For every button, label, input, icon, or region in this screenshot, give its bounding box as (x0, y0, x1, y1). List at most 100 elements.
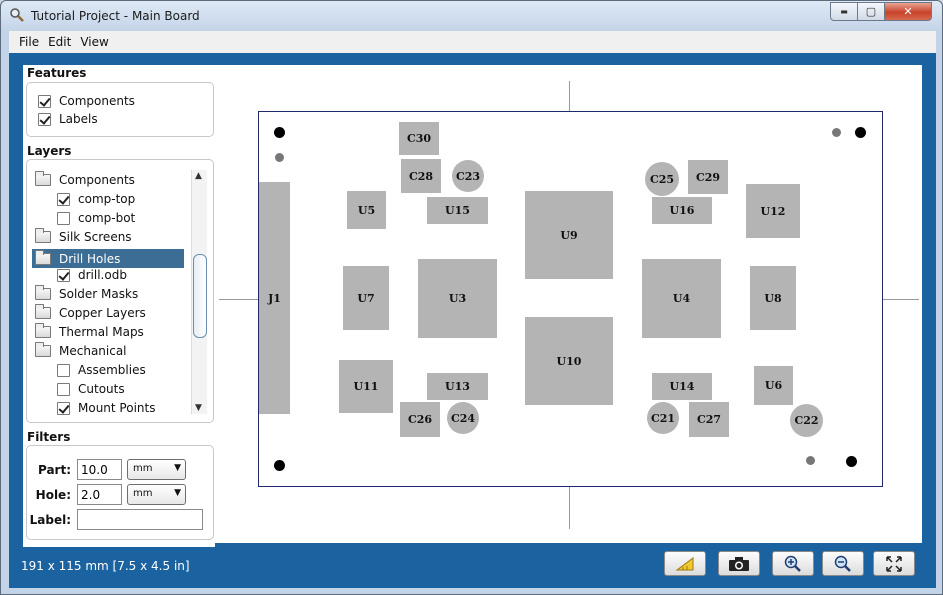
feature-components[interactable]: Components (38, 94, 135, 108)
scroll-down-icon[interactable]: ▼ (195, 403, 202, 413)
component-u13[interactable]: U13 (427, 373, 488, 400)
menu-edit[interactable]: Edit (48, 35, 71, 49)
zoom-in-button[interactable] (772, 551, 814, 576)
part-input[interactable] (77, 459, 122, 480)
labels-checkbox[interactable] (38, 112, 51, 126)
component-u9[interactable]: U9 (525, 191, 613, 279)
menu-file[interactable]: File (19, 35, 39, 49)
component-c24[interactable]: C24 (447, 402, 479, 434)
component-u12[interactable]: U12 (746, 184, 800, 238)
screenshot-button[interactable] (718, 551, 760, 576)
layer-checkbox[interactable] (57, 363, 70, 377)
feature-components-label: Components (59, 94, 135, 108)
component-c25[interactable]: C25 (645, 162, 679, 196)
component-c22[interactable]: C22 (790, 404, 823, 437)
component-u11[interactable]: U11 (339, 360, 393, 413)
features-box: Components Labels (26, 82, 214, 137)
menu-view[interactable]: View (80, 35, 108, 49)
component-c29[interactable]: C29 (688, 160, 728, 194)
part-unit-value: mm (133, 463, 153, 474)
component-c23[interactable]: C23 (452, 160, 484, 192)
label-input[interactable] (77, 509, 203, 530)
layer-label: Drill Holes (59, 251, 121, 266)
minimize-button[interactable]: ▬ (830, 2, 858, 21)
zoom-out-button[interactable] (822, 551, 864, 576)
component-c26[interactable]: C26 (400, 402, 440, 437)
layer-checkbox[interactable] (57, 211, 70, 225)
drill-hole (846, 456, 857, 467)
folder-icon (35, 323, 51, 338)
component-u5[interactable]: U5 (347, 191, 386, 229)
component-c27[interactable]: C27 (689, 402, 729, 437)
status-dimensions: 191 x 115 mm [7.5 x 4.5 in] (21, 559, 190, 573)
layer-checkbox[interactable] (57, 268, 70, 282)
component-c30[interactable]: C30 (399, 122, 439, 155)
title-bar[interactable]: Tutorial Project - Main Board ▬ ▢ ✕ (1, 1, 942, 31)
component-u8[interactable]: U8 (750, 266, 796, 330)
hole-input[interactable] (77, 484, 122, 505)
layer-item-components[interactable]: Components (35, 171, 135, 187)
camera-icon (729, 556, 749, 571)
layer-checkbox[interactable] (57, 401, 70, 415)
layer-label: Mechanical (59, 344, 127, 358)
layer-label: Mount Points (78, 401, 156, 415)
fit-to-window-button[interactable] (873, 551, 915, 576)
layer-item-mount-points[interactable]: Mount Points (57, 401, 155, 415)
magnifier-app-icon (10, 8, 24, 22)
part-unit-select[interactable]: mm (127, 459, 186, 480)
close-button[interactable]: ✕ (884, 2, 932, 21)
label-filter-label: Label: (29, 513, 71, 527)
component-c28[interactable]: C28 (401, 159, 441, 193)
part-label: Part: (37, 463, 71, 477)
close-icon: ✕ (903, 5, 913, 18)
layer-label: Copper Layers (59, 306, 146, 320)
drill-hole (806, 456, 815, 465)
minimize-icon: ▬ (840, 7, 848, 16)
features-title: Features (27, 66, 87, 80)
hole-unit-select[interactable]: mm (127, 484, 186, 505)
layer-item-comp-bot[interactable]: comp-bot (57, 211, 135, 225)
component-u15[interactable]: U15 (427, 197, 488, 224)
ruler-icon (675, 556, 694, 570)
component-u6[interactable]: U6 (754, 366, 793, 405)
zoom-in-icon (784, 555, 801, 572)
layer-checkbox[interactable] (57, 382, 70, 396)
component-u3[interactable]: U3 (418, 259, 497, 338)
component-j1[interactable]: J1 (259, 182, 290, 414)
scroll-thumb[interactable] (193, 254, 207, 338)
layer-item-solder-masks[interactable]: Solder Masks (35, 285, 138, 301)
folder-icon (35, 304, 51, 319)
layer-label: Assemblies (78, 363, 146, 377)
layer-item-assemblies[interactable]: Assemblies (57, 363, 146, 377)
layer-item-comp-top[interactable]: comp-top (57, 192, 135, 206)
drill-hole (275, 153, 284, 162)
board-canvas[interactable]: C30 C28 C23 U5 U15 U9 C25 C29 U16 U12 J1 U7 U3 U4 U8 U1… (215, 65, 922, 543)
component-u7[interactable]: U7 (343, 266, 389, 330)
components-checkbox[interactable] (38, 94, 51, 108)
folder-icon (35, 342, 51, 357)
maximize-button[interactable]: ▢ (857, 2, 885, 21)
component-u10[interactable]: U10 (525, 317, 613, 405)
filters-box: Part: mm Hole: mm Label: (26, 445, 214, 540)
folder-icon (35, 285, 51, 300)
layer-item-drill-holes[interactable]: Drill Holes (32, 249, 184, 268)
measure-button[interactable] (664, 551, 706, 576)
layer-item-mechanical[interactable]: Mechanical (35, 342, 127, 358)
component-u4[interactable]: U4 (642, 259, 721, 338)
component-c21[interactable]: C21 (647, 402, 679, 434)
layer-item-silk-screens[interactable]: Silk Screens (35, 228, 132, 244)
scroll-up-icon[interactable]: ▲ (195, 171, 202, 181)
pcb-board[interactable]: C30 C28 C23 U5 U15 U9 C25 C29 U16 U12 J1 U7 U3 U4 U8 U1… (258, 111, 883, 487)
app-window: Tutorial Project - Main Board ▬ ▢ ✕ File… (0, 0, 943, 595)
feature-labels[interactable]: Labels (38, 112, 98, 126)
layer-item-drill-odb[interactable]: drill.odb (57, 268, 127, 282)
layer-item-cutouts[interactable]: Cutouts (57, 382, 125, 396)
layer-label: comp-top (78, 192, 136, 206)
layers-scrollbar[interactable]: ▲ ▼ (191, 170, 207, 414)
layer-item-copper-layers[interactable]: Copper Layers (35, 304, 146, 320)
component-u16[interactable]: U16 (652, 197, 712, 224)
menu-bar: File Edit View (9, 31, 936, 53)
component-u14[interactable]: U14 (652, 373, 712, 400)
layer-checkbox[interactable] (57, 192, 70, 206)
layer-item-thermal-maps[interactable]: Thermal Maps (35, 323, 144, 339)
